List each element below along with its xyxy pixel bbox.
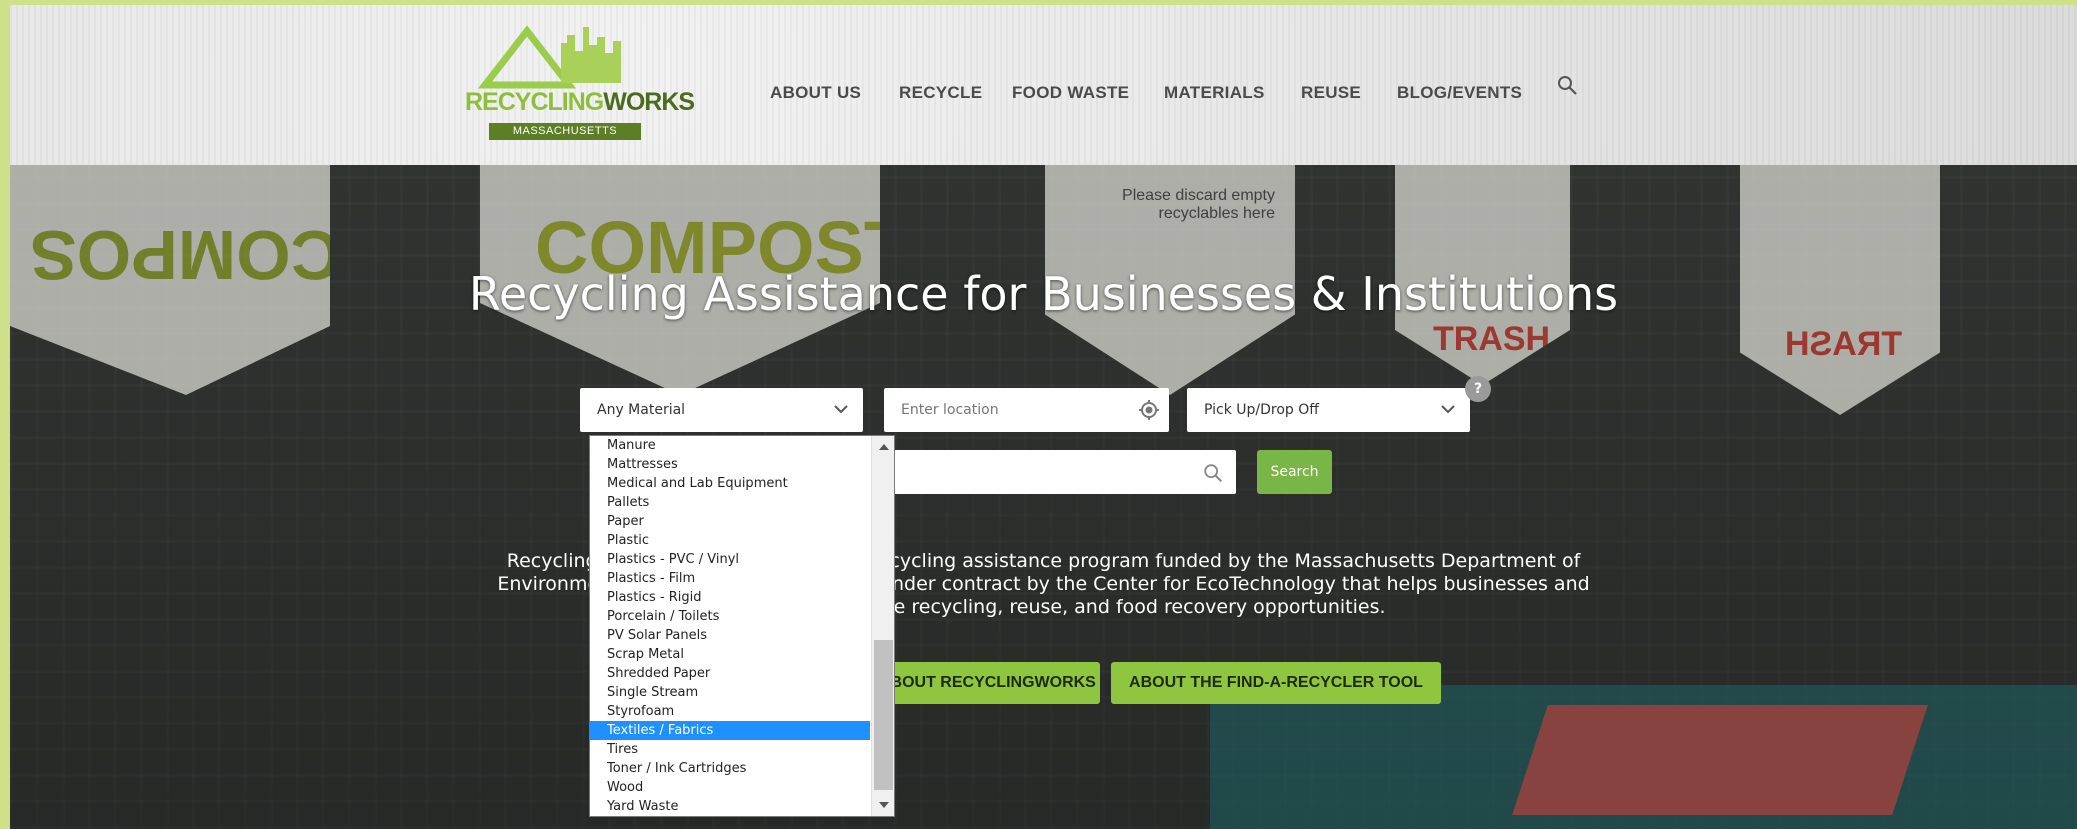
bg-red-mat bbox=[1512, 705, 1928, 815]
dropdown-option[interactable]: Tires bbox=[590, 740, 870, 759]
nav-reuse[interactable]: REUSE bbox=[1301, 83, 1361, 103]
dropdown-option[interactable]: Medical and Lab Equipment bbox=[590, 474, 870, 493]
material-select[interactable]: Any Material bbox=[580, 388, 863, 432]
chevron-down-icon bbox=[1441, 405, 1455, 414]
dropdown-option[interactable]: Yard Waste bbox=[590, 797, 870, 816]
dropdown-option[interactable]: Plastics - Rigid bbox=[590, 588, 870, 607]
chevron-down-icon bbox=[834, 405, 848, 414]
hero-section: COMPOS COMPOST Please discard empty recy… bbox=[10, 165, 2077, 829]
nav-recycle[interactable]: RECYCLE bbox=[899, 83, 982, 103]
hero-title: Recycling Assistance for Businesses & In… bbox=[468, 267, 1619, 321]
dropdown-option[interactable]: Pallets bbox=[590, 493, 870, 512]
site-header: RECYCLINGWORKS MASSACHUSETTS ABOUT US RE… bbox=[10, 5, 2077, 165]
service-type-value: Pick Up/Drop Off bbox=[1204, 402, 1319, 418]
dropdown-option[interactable]: Paper bbox=[590, 512, 870, 531]
scroll-up-arrow-icon[interactable] bbox=[877, 440, 891, 454]
dropdown-option[interactable]: Scrap Metal bbox=[590, 645, 870, 664]
dropdown-option[interactable]: Toner / Ink Cartridges bbox=[590, 759, 870, 778]
search-icon[interactable] bbox=[1555, 73, 1579, 97]
dropdown-option[interactable]: Plastics - Film bbox=[590, 569, 870, 588]
nav-blog-events[interactable]: BLOG/EVENTS bbox=[1397, 83, 1522, 103]
dropdown-option[interactable]: Shredded Paper bbox=[590, 664, 870, 683]
dropdown-option[interactable]: Plastic bbox=[590, 531, 870, 550]
dropdown-option[interactable]: Wood bbox=[590, 778, 870, 797]
dropdown-option[interactable]: Mattresses bbox=[590, 455, 870, 474]
locate-me-icon[interactable] bbox=[1139, 400, 1159, 420]
material-dropdown-list[interactable]: Manure Mattresses Medical and Lab Equipmen… bbox=[589, 435, 895, 817]
nav-about-us[interactable]: ABOUT US bbox=[770, 83, 861, 103]
dropdown-option[interactable]: Manure bbox=[590, 436, 870, 455]
search-icon bbox=[1204, 464, 1222, 482]
material-select-value: Any Material bbox=[597, 402, 686, 418]
dropdown-option[interactable]: PV Solar Panels bbox=[590, 626, 870, 645]
dropdown-scrollbar[interactable] bbox=[871, 436, 894, 816]
location-input[interactable] bbox=[884, 388, 1124, 432]
scroll-down-arrow-icon[interactable] bbox=[877, 798, 891, 812]
about-tool-button[interactable]: ABOUT THE FIND-A-RECYCLER TOOL bbox=[1111, 662, 1441, 704]
dropdown-option[interactable]: Textiles / Fabrics bbox=[590, 721, 870, 740]
page-frame: RECYCLINGWORKS MASSACHUSETTS ABOUT US RE… bbox=[10, 5, 2077, 829]
service-type-select[interactable]: Pick Up/Drop Off bbox=[1187, 388, 1470, 432]
scroll-thumb[interactable] bbox=[874, 640, 893, 790]
help-icon[interactable]: ? bbox=[1465, 376, 1491, 402]
dropdown-option[interactable]: Single Stream bbox=[590, 683, 870, 702]
nav-materials[interactable]: MATERIALS bbox=[1164, 83, 1265, 103]
nav-food-waste[interactable]: FOOD WASTE bbox=[1012, 83, 1129, 103]
search-button[interactable]: Search bbox=[1257, 450, 1332, 494]
location-field[interactable] bbox=[884, 388, 1169, 432]
dropdown-option[interactable]: Porcelain / Toilets bbox=[590, 607, 870, 626]
dropdown-option[interactable]: Styrofoam bbox=[590, 702, 870, 721]
logo-subtitle: MASSACHUSETTS bbox=[489, 123, 641, 140]
keyword-field[interactable] bbox=[880, 450, 1236, 494]
dropdown-option[interactable]: Plastics - PVC / Vinyl bbox=[590, 550, 870, 569]
main-nav: ABOUT US RECYCLE FOOD WASTE MATERIALS RE… bbox=[10, 83, 2077, 107]
